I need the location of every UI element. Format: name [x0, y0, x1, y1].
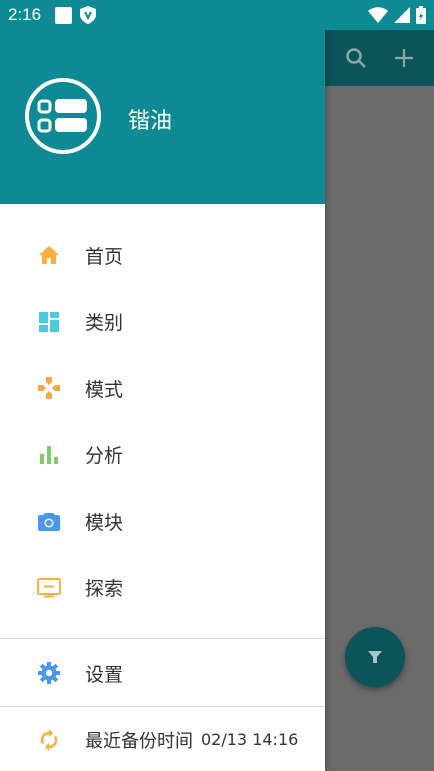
menu-item-label: 设置	[85, 663, 124, 686]
status-bar: 2:16	[0, 0, 434, 30]
menu-item-home[interactable]: 首页	[0, 222, 325, 289]
wifi-icon	[368, 7, 388, 23]
background-app-bar	[325, 30, 434, 86]
backup-time: 02/13 14:16	[201, 730, 299, 749]
menu-item-mode[interactable]: 模式	[0, 355, 325, 422]
filter-icon	[368, 651, 382, 663]
bar-chart-icon	[37, 443, 61, 467]
menu-item-label: 分析	[85, 445, 124, 468]
app-logo-avatar	[25, 78, 101, 154]
menu-item-label: 首页	[85, 245, 124, 268]
divider	[0, 638, 325, 639]
divider	[0, 706, 325, 707]
add-icon[interactable]	[394, 48, 414, 68]
notification-square-icon	[55, 6, 73, 24]
navigation-drawer: 锴油 首页 类别 模式 分析 模块 探索 设置 最近备份时间 02/13 14:…	[0, 0, 325, 771]
battery-icon	[416, 6, 426, 24]
menu-item-explore[interactable]: 探索	[0, 555, 325, 622]
menu-item-label: 探索	[85, 578, 124, 601]
menu-item-analysis[interactable]: 分析	[0, 422, 325, 489]
menu-item-label: 模式	[85, 378, 124, 401]
dashboard-icon	[37, 310, 61, 334]
menu-item-category[interactable]: 类别	[0, 289, 325, 356]
camera-icon	[37, 509, 61, 533]
menu-item-settings[interactable]: 设置	[0, 640, 325, 706]
backup-status-row[interactable]: 最近备份时间 02/13 14:16	[0, 708, 325, 771]
gamepad-icon	[37, 376, 61, 400]
search-icon[interactable]	[345, 47, 367, 69]
drawer-menu: 首页 类别 模式 分析 模块 探索	[0, 222, 325, 621]
tv-icon	[37, 576, 61, 600]
drawer-header: 锴油	[0, 0, 325, 204]
app-logo-icon	[37, 99, 87, 133]
shield-icon	[80, 6, 97, 24]
app-name: 锴油	[128, 109, 173, 134]
status-time: 2:16	[8, 5, 42, 24]
menu-item-module[interactable]: 模块	[0, 488, 325, 555]
home-icon	[37, 243, 61, 267]
sync-icon	[37, 728, 61, 752]
filter-fab-button[interactable]	[345, 627, 405, 687]
menu-item-label: 模块	[85, 511, 124, 534]
signal-icon	[394, 7, 410, 23]
gear-icon	[37, 661, 61, 685]
backup-label: 最近备份时间	[85, 730, 193, 752]
menu-item-label: 类别	[85, 312, 124, 335]
